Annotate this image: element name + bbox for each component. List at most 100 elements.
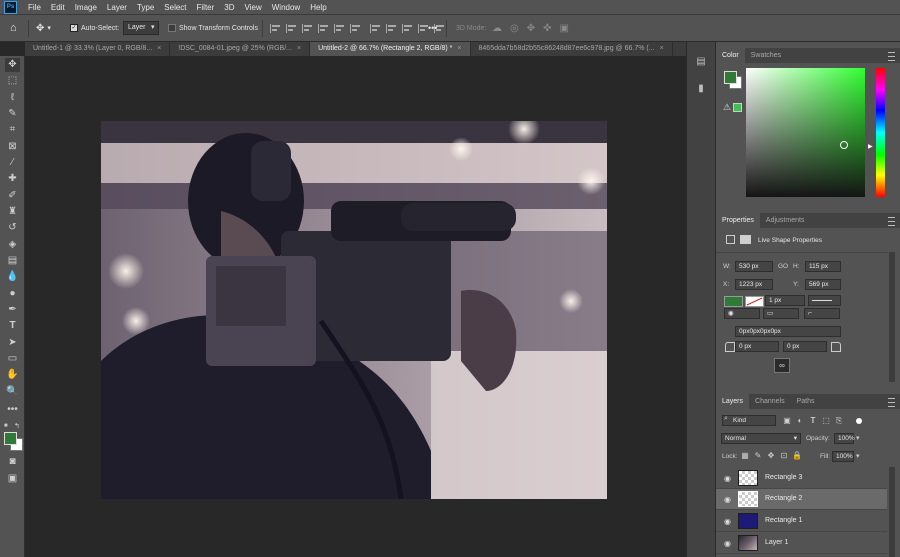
tab-paths[interactable]: Paths (791, 394, 821, 409)
corner-radius-field-tr[interactable]: 0 px (783, 341, 827, 352)
panel-menu-icon[interactable] (888, 398, 895, 407)
lasso-icon[interactable]: ℓ (5, 91, 20, 105)
layer-kind-filter[interactable]: Kind (722, 415, 776, 426)
mask-icon[interactable] (740, 235, 751, 244)
distribute-top-icon[interactable] (370, 23, 382, 33)
info-icon[interactable]: ▮ (694, 82, 708, 95)
filter-shape-icon[interactable]: ⬚ (821, 416, 831, 426)
y-field[interactable]: 569 px (805, 279, 841, 290)
tab-channels[interactable]: Channels (749, 394, 791, 409)
close-icon[interactable]: × (457, 45, 461, 52)
tab-untitled-2[interactable]: Untitled-2 @ 66.7% (Rectangle 2, RGB/8) … (310, 42, 471, 56)
visibility-eye-icon[interactable]: ◉ (723, 517, 732, 526)
hue-slider[interactable] (876, 68, 885, 197)
web-safe-swatch[interactable] (733, 103, 742, 112)
height-field[interactable]: 115 px (805, 261, 841, 272)
pen-icon[interactable]: ✒ (5, 303, 20, 317)
history-icon[interactable]: ▤ (694, 55, 708, 68)
tab-untitled-1[interactable]: Untitled-1 @ 33.3% (Layer 0, RGB/8... × (25, 42, 171, 56)
align-center-icon[interactable] (286, 23, 298, 33)
eyedropper-icon[interactable]: ⁄ (5, 156, 20, 170)
filter-pixel-icon[interactable]: ▣ (782, 416, 792, 426)
menu-3d[interactable]: 3D (219, 3, 239, 12)
visibility-eye-icon[interactable]: ◉ (723, 539, 732, 548)
panel-menu-icon[interactable] (888, 217, 895, 226)
color-picker-handle[interactable] (840, 141, 848, 149)
link-icon[interactable]: GO (778, 263, 788, 270)
menu-image[interactable]: Image (70, 3, 102, 12)
menu-edit[interactable]: Edit (46, 3, 70, 12)
lock-artboard-icon[interactable]: ⊡ (779, 451, 789, 461)
menu-filter[interactable]: Filter (192, 3, 220, 12)
crop-icon[interactable]: ⌗ (5, 123, 20, 137)
stroke-type-dropdown[interactable] (808, 295, 841, 306)
tab-color[interactable]: Color (716, 48, 745, 63)
layer-row-layer-1[interactable]: ◉ Layer 1 (716, 533, 887, 554)
menu-view[interactable]: View (240, 3, 267, 12)
corner-radius-field-tl[interactable]: 0 px (735, 341, 779, 352)
quick-mask-icon[interactable]: ◙ (5, 455, 20, 469)
menu-window[interactable]: Window (267, 3, 305, 12)
properties-scrollbar[interactable] (889, 252, 895, 382)
hand-icon[interactable]: ✋ (5, 368, 20, 382)
align-bottom-icon[interactable] (350, 23, 362, 33)
visibility-eye-icon[interactable]: ◉ (723, 495, 732, 504)
cap-type-dropdown[interactable]: ▭ (763, 308, 799, 319)
lock-pixels-icon[interactable]: ✎ (753, 451, 763, 461)
filter-type-icon[interactable]: T (808, 416, 818, 426)
more-options-icon[interactable]: ••• (428, 21, 437, 35)
width-field[interactable]: 530 px (735, 261, 773, 272)
screen-mode-icon[interactable]: ▣ (5, 472, 20, 486)
align-stroke-dropdown[interactable]: ◉ (724, 308, 760, 319)
distribute-middle-icon[interactable] (386, 23, 398, 33)
menu-file[interactable]: File (23, 3, 46, 12)
auto-select-dropdown[interactable]: Layer (123, 21, 159, 35)
marquee-icon[interactable]: ⬚ (5, 74, 20, 88)
close-icon[interactable]: × (660, 45, 664, 52)
tab-8465dda7[interactable]: 8465dda7b58d2b55c86248d87ee6c978.jpg @ 6… (471, 42, 673, 56)
home-icon[interactable]: ⌂ (10, 21, 17, 35)
more-tools-icon[interactable]: ••• (5, 403, 20, 417)
align-top-icon[interactable] (318, 23, 330, 33)
auto-select-checkbox[interactable]: ✓ Auto-Select: (70, 21, 119, 35)
hue-slider-handle[interactable]: ▶ (868, 143, 873, 150)
opacity-field[interactable]: 100% (834, 433, 855, 444)
dodge-icon[interactable]: ● (5, 287, 20, 301)
clone-stamp-icon[interactable]: ♜ (5, 205, 20, 219)
close-icon[interactable]: × (297, 45, 301, 52)
align-right-icon[interactable] (302, 23, 314, 33)
filter-adjustment-icon[interactable]: ◐ (795, 416, 805, 426)
pan-3d-icon[interactable]: ✥ (527, 23, 535, 34)
default-colors-icon[interactable]: ■ (4, 423, 10, 429)
orbit-icon[interactable]: ☁ (492, 23, 502, 34)
lock-transparency-icon[interactable]: ▦ (740, 451, 750, 461)
layer-row-rectangle-3[interactable]: ◉ Rectangle 3 (716, 468, 887, 489)
slide-3d-icon[interactable]: ✜ (543, 23, 551, 34)
zoom-icon[interactable]: 🔍 (5, 385, 20, 399)
menu-layer[interactable]: Layer (102, 3, 132, 12)
visibility-eye-icon[interactable]: ◉ (723, 474, 732, 483)
tab-swatches[interactable]: Swatches (745, 48, 787, 63)
stroke-color-swatch[interactable] (745, 296, 764, 307)
move-icon[interactable]: ✥ (5, 58, 20, 72)
rectangle-icon[interactable]: ▭ (5, 352, 20, 366)
tab-layers[interactable]: Layers (716, 394, 750, 409)
tab-adjustments[interactable]: Adjustments (760, 213, 811, 228)
close-icon[interactable]: × (157, 45, 161, 52)
layer-row-rectangle-1[interactable]: ◉ Rectangle 1 (716, 511, 887, 532)
corner-type-dropdown[interactable]: ⌐ (804, 308, 840, 319)
type-icon[interactable]: T (5, 319, 20, 333)
swap-colors-icon[interactable]: ↰ (14, 422, 20, 430)
foreground-color-swatch[interactable] (724, 71, 737, 84)
foreground-color-swatch[interactable] (4, 432, 17, 445)
align-middle-icon[interactable] (334, 23, 346, 33)
menu-help[interactable]: Help (305, 3, 331, 12)
healing-brush-icon[interactable]: ✚ (5, 172, 20, 186)
show-transform-checkbox[interactable]: Show Transform Controls (168, 21, 258, 35)
distribute-bottom-icon[interactable] (402, 23, 414, 33)
eraser-icon[interactable]: ◈ (5, 238, 20, 252)
frame-icon[interactable]: ⊠ (5, 140, 20, 154)
menu-select[interactable]: Select (159, 3, 191, 12)
filter-smart-object-icon[interactable]: ⎘ (834, 416, 844, 426)
lock-position-icon[interactable]: ✥ (766, 451, 776, 461)
